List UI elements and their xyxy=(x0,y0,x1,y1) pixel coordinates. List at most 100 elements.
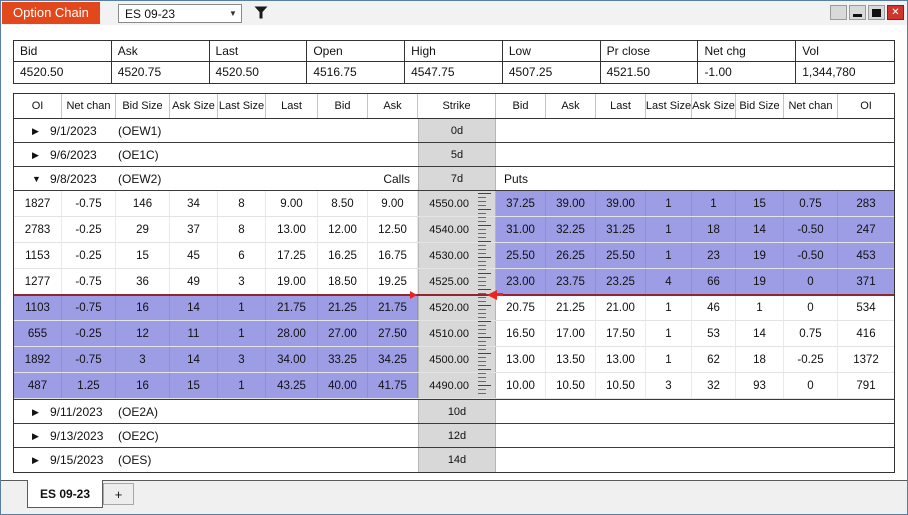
call-ask-cell[interactable]: 41.75 xyxy=(368,373,418,398)
put-ask-cell[interactable]: 32.25 xyxy=(546,217,596,242)
call-oi-cell[interactable]: 1827 xyxy=(14,191,62,216)
maximize-button[interactable] xyxy=(868,5,885,20)
call-last-size-cell[interactable]: 8 xyxy=(218,191,266,216)
put-last-cell[interactable]: 21.00 xyxy=(596,295,646,320)
call-net-chg-cell[interactable]: 1.25 xyxy=(62,373,116,398)
call-ask-size-cell[interactable]: 14 xyxy=(170,347,218,372)
tab-es-09-23[interactable]: ES 09-23 xyxy=(27,480,104,508)
put-oi-cell[interactable]: 416 xyxy=(838,321,894,346)
call-bid-cell[interactable]: 12.00 xyxy=(318,217,368,242)
put-last-cell[interactable]: 31.25 xyxy=(596,217,646,242)
call-last-size-cell[interactable]: 1 xyxy=(218,321,266,346)
put-ask-size-cell[interactable]: 46 xyxy=(692,295,736,320)
call-net-chg-cell[interactable]: -0.25 xyxy=(62,321,116,346)
call-ask-cell[interactable]: 9.00 xyxy=(368,191,418,216)
call-ask-size-cell[interactable]: 49 xyxy=(170,269,218,294)
call-net-chg-cell[interactable]: -0.25 xyxy=(62,243,116,268)
put-oi-cell[interactable]: 534 xyxy=(838,295,894,320)
put-bid-size-cell[interactable]: 14 xyxy=(736,217,784,242)
expand-triangle-icon[interactable]: ▶ xyxy=(32,400,39,424)
call-bid-cell[interactable]: 18.50 xyxy=(318,269,368,294)
put-net-chg-cell[interactable]: 0 xyxy=(784,373,838,398)
call-ask-size-cell[interactable]: 15 xyxy=(170,373,218,398)
call-bid-cell[interactable]: 21.25 xyxy=(318,295,368,320)
call-bid-size-cell[interactable]: 16 xyxy=(116,373,170,398)
call-oi-cell[interactable]: 1153 xyxy=(14,243,62,268)
call-last-cell[interactable]: 43.25 xyxy=(266,373,318,398)
call-last-size-cell[interactable]: 1 xyxy=(218,295,266,320)
put-net-chg-cell[interactable]: 0 xyxy=(784,269,838,294)
call-last-cell[interactable]: 28.00 xyxy=(266,321,318,346)
call-last-cell[interactable]: 34.00 xyxy=(266,347,318,372)
put-ask-cell[interactable]: 13.50 xyxy=(546,347,596,372)
call-last-size-cell[interactable]: 1 xyxy=(218,373,266,398)
put-net-chg-cell[interactable]: -0.25 xyxy=(784,347,838,372)
call-bid-size-cell[interactable]: 36 xyxy=(116,269,170,294)
call-ask-size-cell[interactable]: 14 xyxy=(170,295,218,320)
call-bid-cell[interactable]: 16.25 xyxy=(318,243,368,268)
call-last-size-cell[interactable]: 8 xyxy=(218,217,266,242)
call-ask-size-cell[interactable]: 34 xyxy=(170,191,218,216)
put-oi-cell[interactable]: 1372 xyxy=(838,347,894,372)
put-last-size-cell[interactable]: 1 xyxy=(646,321,692,346)
call-oi-cell[interactable]: 1277 xyxy=(14,269,62,294)
put-last-size-cell[interactable]: 1 xyxy=(646,217,692,242)
call-last-cell[interactable]: 13.00 xyxy=(266,217,318,242)
expand-triangle-icon[interactable]: ▶ xyxy=(32,143,39,167)
filter-icon[interactable] xyxy=(254,6,270,21)
put-ask-cell[interactable]: 26.25 xyxy=(546,243,596,268)
put-ask-size-cell[interactable]: 53 xyxy=(692,321,736,346)
call-net-chg-cell[interactable]: -0.75 xyxy=(62,269,116,294)
put-oi-cell[interactable]: 791 xyxy=(838,373,894,398)
put-ask-size-cell[interactable]: 18 xyxy=(692,217,736,242)
call-ask-size-cell[interactable]: 11 xyxy=(170,321,218,346)
put-ask-size-cell[interactable]: 62 xyxy=(692,347,736,372)
call-bid-cell[interactable]: 40.00 xyxy=(318,373,368,398)
call-last-size-cell[interactable]: 3 xyxy=(218,347,266,372)
put-bid-size-cell[interactable]: 15 xyxy=(736,191,784,216)
put-bid-size-cell[interactable]: 1 xyxy=(736,295,784,320)
expand-triangle-icon[interactable]: ▶ xyxy=(32,119,39,143)
call-ask-size-cell[interactable]: 45 xyxy=(170,243,218,268)
put-net-chg-cell[interactable]: -0.50 xyxy=(784,217,838,242)
put-last-size-cell[interactable]: 1 xyxy=(646,243,692,268)
call-bid-size-cell[interactable]: 12 xyxy=(116,321,170,346)
call-oi-cell[interactable]: 2783 xyxy=(14,217,62,242)
put-ask-size-cell[interactable]: 66 xyxy=(692,269,736,294)
call-last-size-cell[interactable]: 6 xyxy=(218,243,266,268)
expiry-group-row[interactable]: ▶ 9/1/2023 (OEW1) 0d xyxy=(14,119,894,143)
expand-triangle-icon[interactable]: ▶ xyxy=(32,448,39,472)
put-ask-cell[interactable]: 39.00 xyxy=(546,191,596,216)
call-ask-cell[interactable]: 34.25 xyxy=(368,347,418,372)
call-bid-size-cell[interactable]: 146 xyxy=(116,191,170,216)
put-bid-cell[interactable]: 37.25 xyxy=(496,191,546,216)
put-last-size-cell[interactable]: 1 xyxy=(646,295,692,320)
put-bid-size-cell[interactable]: 18 xyxy=(736,347,784,372)
window-menu-button[interactable] xyxy=(830,5,847,20)
put-oi-cell[interactable]: 453 xyxy=(838,243,894,268)
expand-triangle-icon[interactable]: ▶ xyxy=(32,424,39,448)
put-ask-cell[interactable]: 10.50 xyxy=(546,373,596,398)
put-net-chg-cell[interactable]: 0 xyxy=(784,295,838,320)
put-last-cell[interactable]: 13.00 xyxy=(596,347,646,372)
put-bid-cell[interactable]: 10.00 xyxy=(496,373,546,398)
call-last-cell[interactable]: 21.75 xyxy=(266,295,318,320)
call-bid-size-cell[interactable]: 3 xyxy=(116,347,170,372)
symbol-dropdown[interactable]: ES 09-23 ▼ xyxy=(118,4,242,23)
put-ask-cell[interactable]: 21.25 xyxy=(546,295,596,320)
put-bid-size-cell[interactable]: 19 xyxy=(736,269,784,294)
call-bid-cell[interactable]: 27.00 xyxy=(318,321,368,346)
put-bid-size-cell[interactable]: 19 xyxy=(736,243,784,268)
call-net-chg-cell[interactable]: -0.75 xyxy=(62,295,116,320)
call-net-chg-cell[interactable]: -0.75 xyxy=(62,347,116,372)
put-bid-size-cell[interactable]: 14 xyxy=(736,321,784,346)
call-last-cell[interactable]: 17.25 xyxy=(266,243,318,268)
call-bid-size-cell[interactable]: 15 xyxy=(116,243,170,268)
call-bid-size-cell[interactable]: 29 xyxy=(116,217,170,242)
put-bid-size-cell[interactable]: 93 xyxy=(736,373,784,398)
put-bid-cell[interactable]: 13.00 xyxy=(496,347,546,372)
collapse-triangle-icon[interactable]: ▼ xyxy=(32,167,41,191)
put-net-chg-cell[interactable]: -0.50 xyxy=(784,243,838,268)
put-ask-cell[interactable]: 23.75 xyxy=(546,269,596,294)
put-bid-cell[interactable]: 16.50 xyxy=(496,321,546,346)
